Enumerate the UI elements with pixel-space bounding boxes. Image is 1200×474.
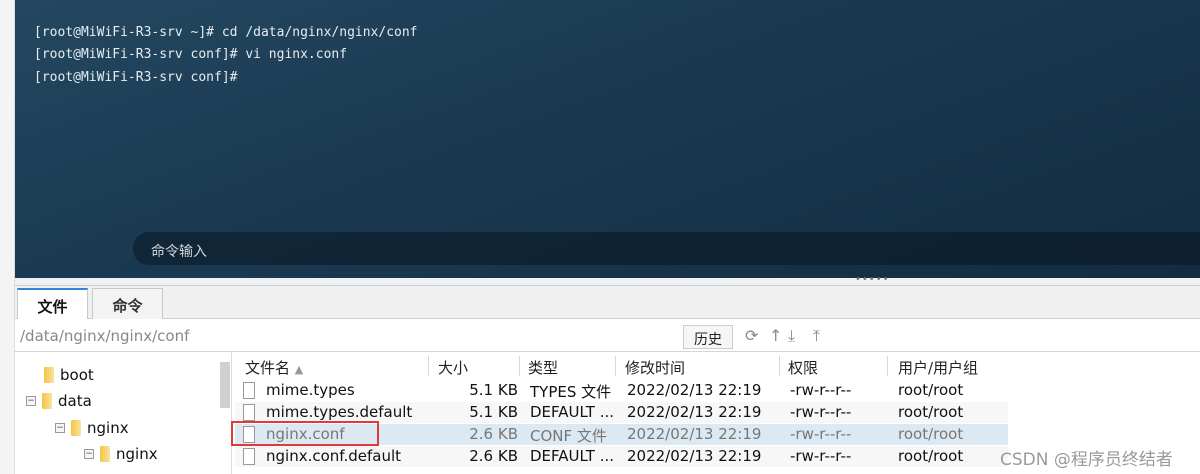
file-mtime: 2022/02/13 22:19	[627, 381, 762, 399]
file-type: DEFAULT ...	[530, 403, 615, 421]
command-input[interactable]: 命令输入	[133, 232, 1200, 265]
folder-icon	[42, 393, 52, 409]
file-mtime: 2022/02/13 22:19	[627, 447, 762, 465]
file-perm: -rw-r--r--	[790, 381, 852, 399]
file-size: 2.6 KB	[469, 425, 518, 443]
collapse-icon[interactable]: −	[84, 449, 94, 459]
folder-icon	[71, 420, 81, 436]
tab-commands[interactable]: 命令	[92, 288, 163, 319]
tree-node-label: boot	[60, 366, 94, 384]
tree-node-boot[interactable]: boot	[44, 366, 94, 384]
column-header-size[interactable]: 大小	[438, 357, 468, 378]
column-header-mtime[interactable]: 修改时间	[625, 357, 685, 378]
file-mtime: 2022/02/13 22:19	[627, 403, 762, 421]
panel-splitter[interactable]: •••••	[15, 274, 1200, 286]
tree-node-label: data	[58, 392, 92, 410]
file-size: 2.6 KB	[469, 447, 518, 465]
tree-node-data[interactable]: − data	[26, 392, 92, 410]
column-header-name[interactable]: 文件名 ▲	[245, 357, 303, 378]
file-perm: -rw-r--r--	[790, 425, 852, 443]
highlight-annotation	[231, 421, 379, 446]
terminal-line: [root@MiWiFi-R3-srv conf]# vi nginx.conf	[34, 47, 348, 62]
file-owner: root/root	[898, 447, 964, 465]
tree-node-label: nginx	[116, 445, 158, 463]
file-owner: root/root	[898, 425, 964, 443]
up-dir-icon[interactable]: ↑	[769, 326, 782, 345]
history-button[interactable]: 历史	[683, 325, 733, 349]
file-owner: root/root	[898, 381, 964, 399]
download-icon[interactable]: ⤓	[788, 326, 795, 346]
tree-node-nginx[interactable]: − nginx	[55, 419, 129, 437]
file-name: mime.types.default	[266, 403, 413, 421]
tree-node-nginx-sub[interactable]: − nginx	[84, 445, 158, 463]
file-row[interactable]: mime.types 5.1 KB TYPES 文件 2022/02/13 22…	[235, 380, 1008, 401]
column-separator[interactable]	[779, 356, 780, 376]
watermark: CSDN @程序员终结者	[1000, 450, 1173, 470]
file-name: nginx.conf.default	[266, 447, 402, 465]
tree-node-label: nginx	[87, 419, 129, 437]
file-row[interactable]: nginx.conf.default 2.6 KB DEFAULT ... 20…	[235, 446, 1008, 467]
file-perm: -rw-r--r--	[790, 403, 852, 421]
tree-scrollbar[interactable]	[220, 362, 230, 408]
file-size: 5.1 KB	[469, 403, 518, 421]
file-type: TYPES 文件	[530, 383, 612, 401]
column-separator[interactable]	[519, 356, 520, 376]
file-type: DEFAULT ...	[530, 447, 615, 465]
folder-icon	[100, 446, 110, 462]
terminal[interactable]: [root@MiWiFi-R3-srv ~]# cd /data/nginx/n…	[15, 0, 1200, 278]
column-header-owner[interactable]: 用户/用户组	[898, 357, 978, 378]
splitter-grip-icon[interactable]: •••••	[855, 274, 890, 285]
background-window-edge	[0, 0, 15, 474]
path-input[interactable]: /data/nginx/nginx/conf	[20, 327, 189, 345]
column-header-perm[interactable]: 权限	[788, 357, 818, 378]
column-separator[interactable]	[615, 356, 616, 376]
file-icon	[243, 448, 255, 465]
file-type: CONF 文件	[530, 427, 607, 445]
upload-icon[interactable]: ⤒	[813, 326, 820, 346]
file-icon	[243, 382, 255, 399]
tab-bar: 文件 命令	[15, 286, 1200, 319]
file-name: mime.types	[266, 381, 355, 399]
sort-asc-icon: ▲	[294, 363, 304, 376]
file-icon	[243, 404, 255, 421]
tab-files[interactable]: 文件	[17, 288, 88, 319]
file-row[interactable]: mime.types.default 5.1 KB DEFAULT ... 20…	[235, 402, 1008, 423]
column-separator[interactable]	[887, 356, 888, 376]
file-size: 5.1 KB	[469, 381, 518, 399]
path-bar: /data/nginx/nginx/conf 历史 ⟳ ↑ ⤓ ⤒	[15, 320, 1200, 352]
directory-tree: boot − data − nginx − nginx	[17, 352, 232, 474]
terminal-line: [root@MiWiFi-R3-srv ~]# cd /data/nginx/n…	[34, 25, 418, 40]
column-separator[interactable]	[428, 356, 429, 376]
collapse-icon[interactable]: −	[55, 423, 65, 433]
file-owner: root/root	[898, 403, 964, 421]
terminal-line: [root@MiWiFi-R3-srv conf]#	[34, 70, 238, 85]
column-header-type[interactable]: 类型	[528, 357, 558, 378]
file-mtime: 2022/02/13 22:19	[627, 425, 762, 443]
collapse-icon[interactable]: −	[26, 396, 36, 406]
folder-icon	[44, 367, 54, 383]
file-perm: -rw-r--r--	[790, 447, 852, 465]
refresh-icon[interactable]: ⟳	[745, 326, 758, 345]
